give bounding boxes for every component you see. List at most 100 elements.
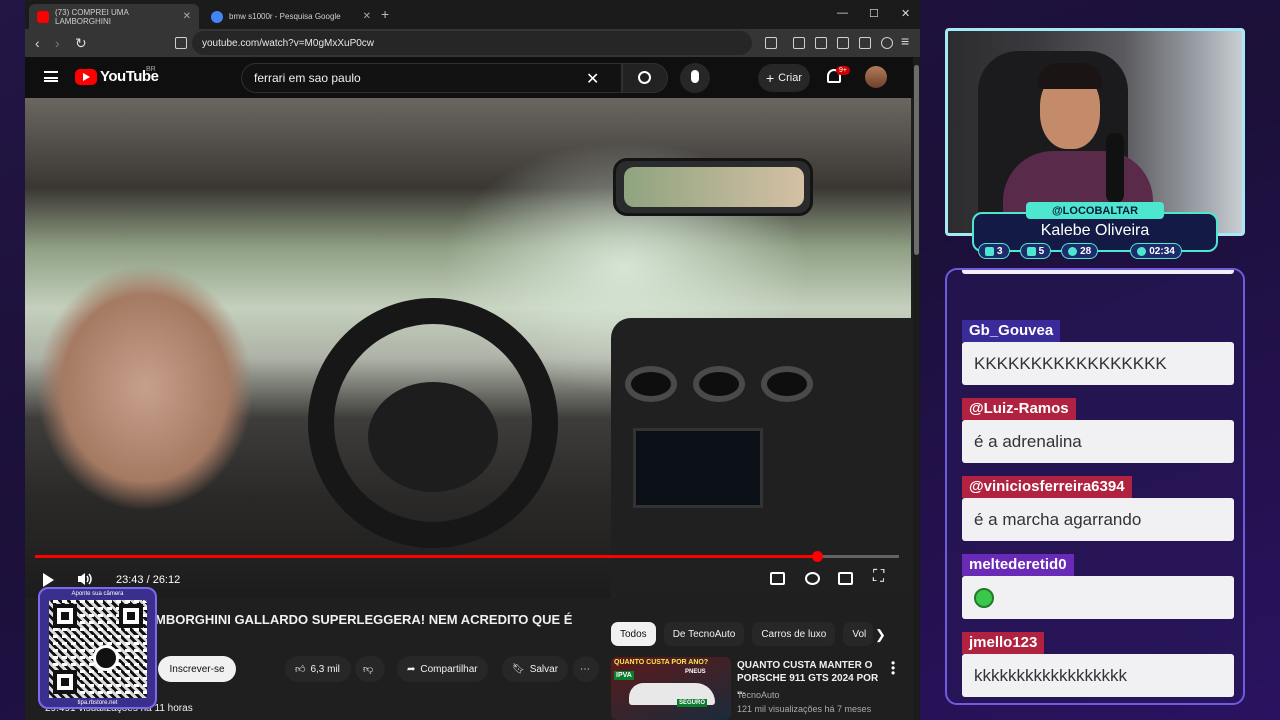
time-display: 23:43 / 26:12 [116,574,181,586]
back-icon[interactable]: ‹ [35,35,40,51]
recommended-meta: 121 mil visualizações há 7 meses [737,704,872,714]
close-tab-icon[interactable]: ✕ [183,11,191,22]
dislike-button[interactable]: 👎︎ [355,656,385,682]
stat-value: 5 [1038,245,1045,257]
more-actions-button[interactable]: ⋯ [573,656,599,682]
youtube-logo-icon[interactable] [75,69,97,85]
chat-message: Gb_Gouvea KKKKKKKKKKKKKKKKK [962,320,1234,385]
settings-gear-icon[interactable] [805,572,820,585]
twitch-icon [985,246,994,256]
qr-finder-pattern [119,604,143,628]
reload-icon[interactable]: ↻ [75,35,87,52]
chat-message: jmello123 kkkkkkkkkkkkkkkkkk [962,632,1234,697]
recommendation-chips: Todos De TecnoAuto Carros de luxo Vol [611,622,874,646]
qr-finder-pattern [53,670,77,694]
qr-code-overlay: Aponte sua câmera tipa.rbstore.net [38,587,157,709]
chat-username: meltederetid0 [962,554,1074,576]
search-icon [638,71,651,84]
forward-icon[interactable]: › [55,35,60,51]
thumbnail-text: SEGURO [677,699,708,707]
video-player[interactable]: 23:43 / 26:12 ⛶ [25,98,911,598]
chip-luxury-cars[interactable]: Carros de luxo [752,622,836,646]
tab-title: bmw s1000r - Pesquisa Google [229,12,341,21]
theater-mode-icon[interactable] [838,572,853,585]
chat-username: jmello123 [962,632,1045,654]
search-input[interactable]: ferrari em sao paulo ✕ [241,63,622,93]
avatar[interactable] [865,66,887,88]
progress-bar[interactable] [35,551,899,562]
like-button[interactable]: 👍︎ 6,3 mil [285,656,351,682]
wallet-icon[interactable] [837,37,849,49]
chat-bubble: é a adrenalina [962,420,1234,463]
fullscreen-icon[interactable]: ⛶ [873,568,884,586]
share-button[interactable]: ➦ Compartilhar [397,656,488,682]
streamer-handle: @LOCOBALTAR [1026,202,1164,219]
extensions-icon[interactable] [765,37,777,49]
air-vent-image [761,366,813,402]
qr-finder-pattern [53,604,77,628]
stream-layout: (73) COMPREI UMA LAMBORGHINI ✕ bmw s1000… [0,0,1280,720]
chat-username: Gb_Gouvea [962,320,1061,342]
search-button[interactable] [622,63,668,93]
recommended-channel[interactable]: TecnoAuto [737,690,780,700]
chat-username: @viniciosferreira6394 [962,476,1132,498]
create-button[interactable]: + Criar [758,64,810,92]
air-vent-image [625,366,677,402]
ai-icon[interactable] [859,37,871,49]
stream-stats: 3 5 28 02:34 [978,243,1182,259]
kebab-menu-icon[interactable]: • • • [891,657,895,679]
chat-text: KKKKKKKKKKKKKKKKK [974,353,1167,373]
menu-icon[interactable]: ≡ [901,33,909,49]
progress-fill [35,555,818,558]
subtitles-icon[interactable] [770,572,785,585]
stat-twitch: 3 [978,243,1010,259]
chip-more[interactable]: Vol [843,622,874,646]
thumbnail-text: QUANTO CUSTA POR ANO? [614,659,709,666]
chat-bubble [962,576,1234,619]
recommended-thumbnail[interactable]: QUANTO CUSTA POR ANO? IPVA PNEUS SEGURO [611,657,731,720]
create-label: Criar [778,72,803,84]
chat-panel: Gb_Gouvea KKKKKKKKKKKKKKKKK @Luiz-Ramos … [945,268,1245,705]
minimize-icon[interactable]: — [837,7,848,19]
chat-bubble: é a marcha agarrando [962,498,1234,541]
maximize-icon[interactable]: ☐ [869,7,879,20]
close-window-icon[interactable]: ✕ [901,7,910,20]
sidebar-icon[interactable] [815,37,827,49]
bookmark-icon[interactable] [175,37,187,49]
volume-icon[interactable] [77,572,93,586]
subscribe-button[interactable]: Inscrever-se [158,656,236,682]
stat-value: 02:34 [1149,245,1175,257]
thumbs-up-icon: 👍︎ [295,664,306,675]
new-tab-icon[interactable]: + [381,6,389,22]
notification-badge: 9+ [836,66,850,75]
close-tab-icon[interactable]: ✕ [363,11,371,22]
region-code: BR [146,66,156,73]
play-icon[interactable] [43,573,54,587]
qr-caption: Aponte sua câmera [71,591,124,597]
tab-google[interactable]: bmw s1000r - Pesquisa Google ✕ [203,4,379,29]
google-favicon-icon [211,10,223,23]
clear-search-icon[interactable]: ✕ [586,69,599,89]
emote-icon [974,587,994,608]
chat-bubble: kkkkkkkkkkkkkkkkkk [962,654,1234,697]
scrubber-handle[interactable] [812,551,824,562]
chip-todos[interactable]: Todos [611,622,656,646]
infotainment-screen-image [633,428,763,508]
share-icon: ➦ [407,663,416,675]
url-text: youtube.com/watch?v=M0gMxXuP0cw [202,37,375,49]
music-icon[interactable] [793,37,805,49]
hamburger-menu-icon[interactable] [44,71,58,82]
save-button[interactable]: 🔖︎ Salvar [502,656,569,682]
chip-channel[interactable]: De TecnoAuto [663,622,745,646]
microphone-icon [93,645,119,671]
tab-youtube[interactable]: (73) COMPREI UMA LAMBORGHINI ✕ [29,4,199,29]
vpn-icon[interactable] [881,37,893,49]
chips-next-icon[interactable]: ❯ [875,627,886,643]
microphone-icon [691,70,699,83]
microphone-image [1106,133,1124,203]
address-bar[interactable]: youtube.com/watch?v=M0gMxXuP0cw [192,31,752,55]
voice-search-button[interactable] [680,63,710,93]
chat-text: é a marcha agarrando [974,509,1142,529]
scrollbar-thumb[interactable] [914,65,919,255]
page-scrollbar[interactable] [913,57,920,720]
